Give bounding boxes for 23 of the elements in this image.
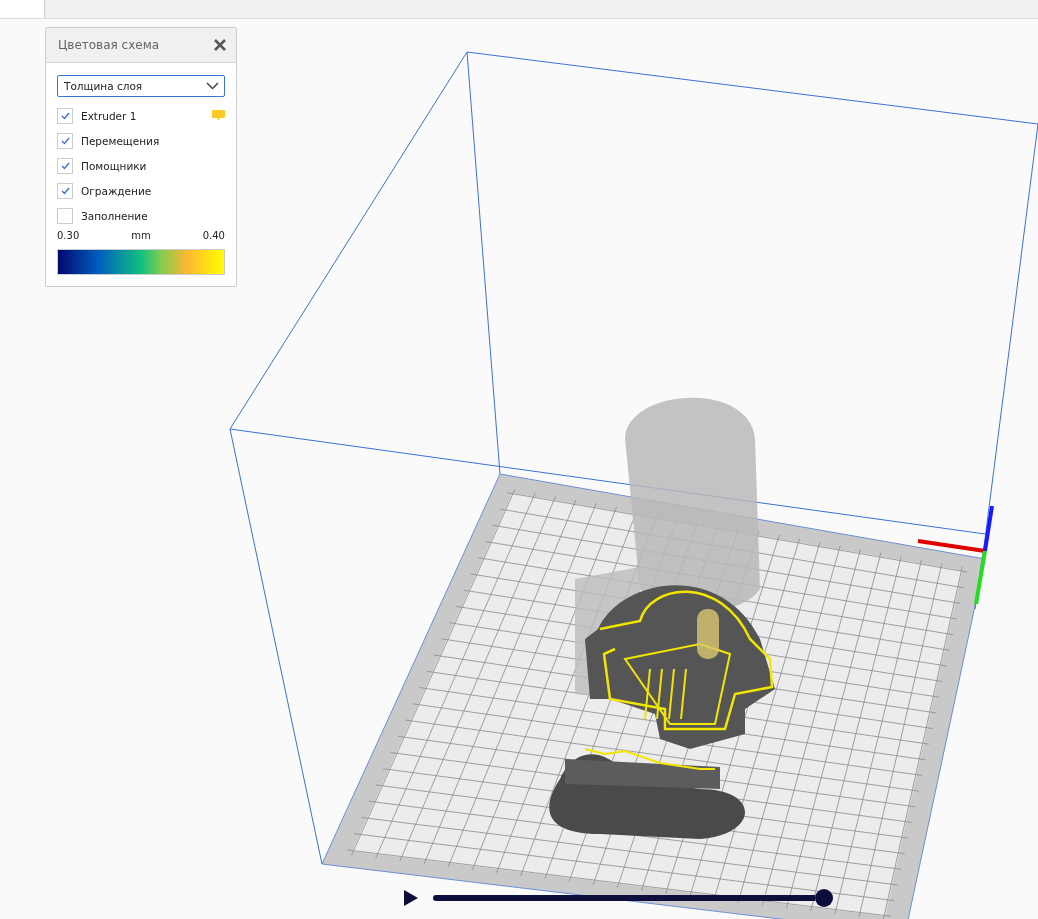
- checkbox-label: Ограждение: [81, 184, 153, 197]
- panel-title: Цветовая схема: [58, 38, 160, 52]
- close-icon[interactable]: [214, 39, 226, 51]
- checkbox[interactable]: [57, 207, 73, 224]
- layer-slider[interactable]: [433, 889, 833, 907]
- play-icon[interactable]: [403, 889, 419, 907]
- legend-max-value: 0.40: [202, 230, 225, 241]
- checkmark-icon: [60, 161, 70, 170]
- checkmark-icon: [60, 186, 70, 195]
- checkbox-label: Заполнение: [81, 209, 149, 222]
- checkbox[interactable]: [57, 107, 73, 124]
- legend-unit: mm: [131, 230, 151, 241]
- checkmark-icon: [60, 136, 70, 145]
- checkbox-label: Помощники: [81, 159, 148, 172]
- checkbox[interactable]: [57, 132, 73, 149]
- legend-min-value: 0.30: [57, 230, 80, 241]
- checkbox-label: Перемещения: [81, 134, 161, 147]
- checkbox[interactable]: [57, 157, 73, 174]
- scheme-dropdown[interactable]: Толщина слоя: [57, 75, 225, 97]
- checkbox-label: Extruder 1: [81, 109, 138, 122]
- checkbox[interactable]: [57, 182, 73, 199]
- checkmark-icon: [60, 111, 70, 120]
- chevron-down-icon: [206, 82, 219, 90]
